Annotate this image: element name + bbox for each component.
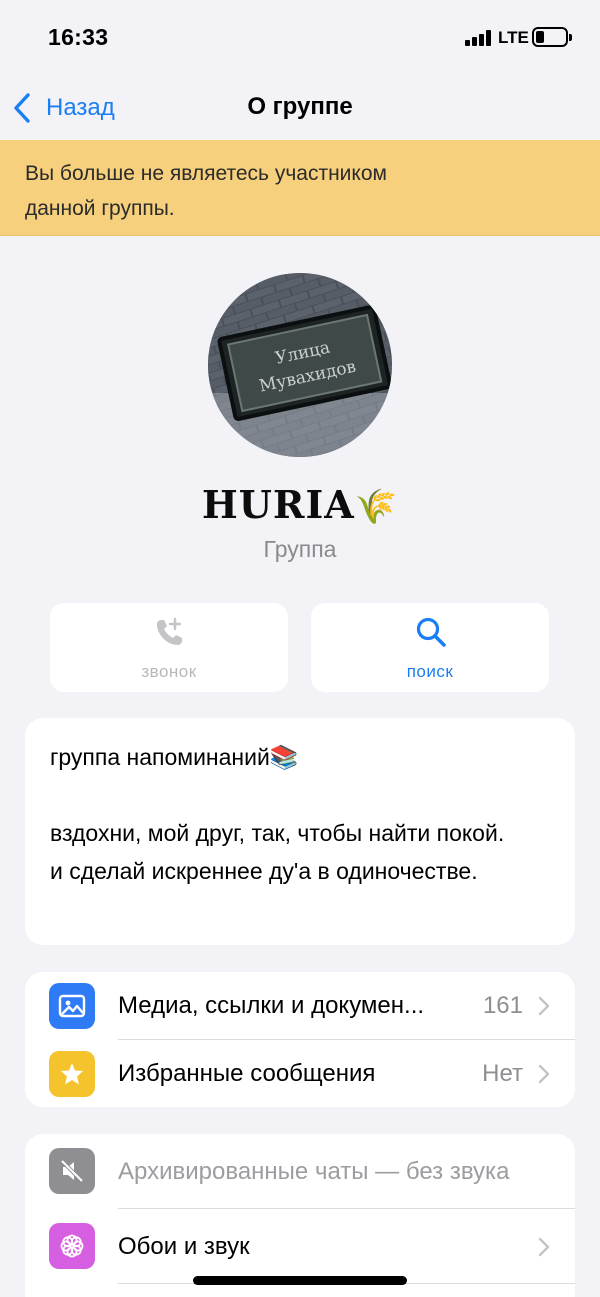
- starred-messages-row[interactable]: Избранные сообщения Нет: [25, 1040, 575, 1107]
- home-indicator[interactable]: [193, 1276, 407, 1285]
- group-name: HURIA🌾: [0, 482, 600, 527]
- chevron-right-icon: [538, 996, 550, 1016]
- avatar-image: Улица Мувахидов: [208, 273, 392, 457]
- photo-icon: [49, 983, 95, 1029]
- phone-plus-icon: [157, 617, 182, 645]
- search-button-label: поиск: [406, 662, 454, 681]
- starred-messages-value: Нет: [482, 1060, 523, 1087]
- wheat-emoji-icon: 🌾: [354, 487, 399, 527]
- back-button-label: Назад: [46, 94, 115, 121]
- wallpaper-sound-row[interactable]: Обои и звук: [25, 1209, 575, 1284]
- flower-icon: [49, 1223, 95, 1269]
- signal-strength-icon: [465, 30, 493, 46]
- settings-section: Архивированные чаты — без звука Обои и з…: [25, 1134, 575, 1297]
- media-section: Медиа, ссылки и докумен... 161 Избранные…: [25, 972, 575, 1107]
- media-links-docs-row[interactable]: Медиа, ссылки и докумен... 161: [25, 972, 575, 1040]
- group-description: группа напоминаний📚 вздохни, мой друг, т…: [25, 718, 575, 945]
- star-icon: [49, 1051, 95, 1097]
- call-button[interactable]: звонок: [50, 603, 288, 692]
- call-button-label: звонок: [141, 662, 197, 681]
- wallpaper-sound-label: Обои и звук: [118, 1233, 250, 1260]
- starred-messages-label: Избранные сообщения: [118, 1060, 376, 1087]
- battery-icon: [532, 27, 572, 47]
- group-name-text: HURIA: [201, 482, 355, 527]
- search-icon: [416, 617, 446, 647]
- media-links-docs-label: Медиа, ссылки и докумен...: [118, 992, 425, 1019]
- back-button[interactable]: Назад: [12, 90, 115, 126]
- chevron-right-icon: [538, 1237, 550, 1257]
- navigation-bar: О группе Назад: [0, 78, 600, 138]
- not-member-banner: Вы больше не являетесь участником данной…: [0, 140, 600, 236]
- search-button[interactable]: поиск: [311, 603, 549, 692]
- clock: 16:33: [48, 24, 109, 50]
- banner-text: Вы больше не являетесь участником данной…: [25, 162, 387, 220]
- network-type: LTE: [498, 28, 529, 47]
- archived-chats-row: Архивированные чаты — без звука: [25, 1134, 575, 1209]
- chevron-right-icon: [538, 1064, 550, 1084]
- media-count: 161: [482, 992, 523, 1019]
- chevron-left-icon: [14, 93, 30, 123]
- archived-chats-label: Архивированные чаты — без звука: [118, 1158, 510, 1185]
- group-type-label: Группа: [263, 536, 337, 562]
- group-avatar[interactable]: Улица Мувахидов: [208, 273, 392, 457]
- muted-speaker-icon: [49, 1148, 95, 1194]
- status-bar: 16:33 LTE: [0, 0, 600, 78]
